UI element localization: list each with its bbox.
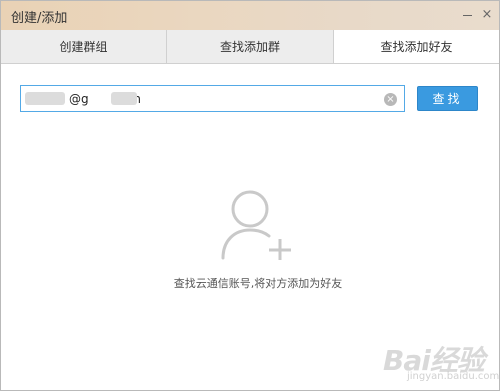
tab-find-group[interactable]: 查找添加群 [167,30,334,63]
window-title: 创建/添加 [11,11,68,26]
clear-icon[interactable]: × [384,93,397,106]
add-user-icon [221,190,291,260]
search-input[interactable]: @g .com × [20,85,405,112]
tab-bar: 创建群组 查找添加群 查找添加好友 [1,30,499,64]
tab-create-group[interactable]: 创建群组 [1,30,167,63]
create-add-window: 创建/添加 × 创建群组 查找添加群 查找添加好友 @g .com × 查找 查… [0,0,500,391]
watermark: Bai经验 jingyan.baidu.com [379,337,500,387]
search-button[interactable]: 查找 [417,86,478,111]
close-icon: × [481,6,493,22]
minimize-icon [462,14,472,16]
tab-find-friend[interactable]: 查找添加好友 [334,30,499,63]
redacted-text [111,92,137,105]
redacted-text [25,92,65,105]
watermark-sub: jingyan.baidu.com [407,371,500,382]
title-bar[interactable]: 创建/添加 × [1,1,499,31]
minimize-button[interactable] [459,6,475,22]
empty-state-message: 查找云通信账号,将对方添加为好友 [173,277,343,290]
close-button[interactable]: × [479,6,495,22]
